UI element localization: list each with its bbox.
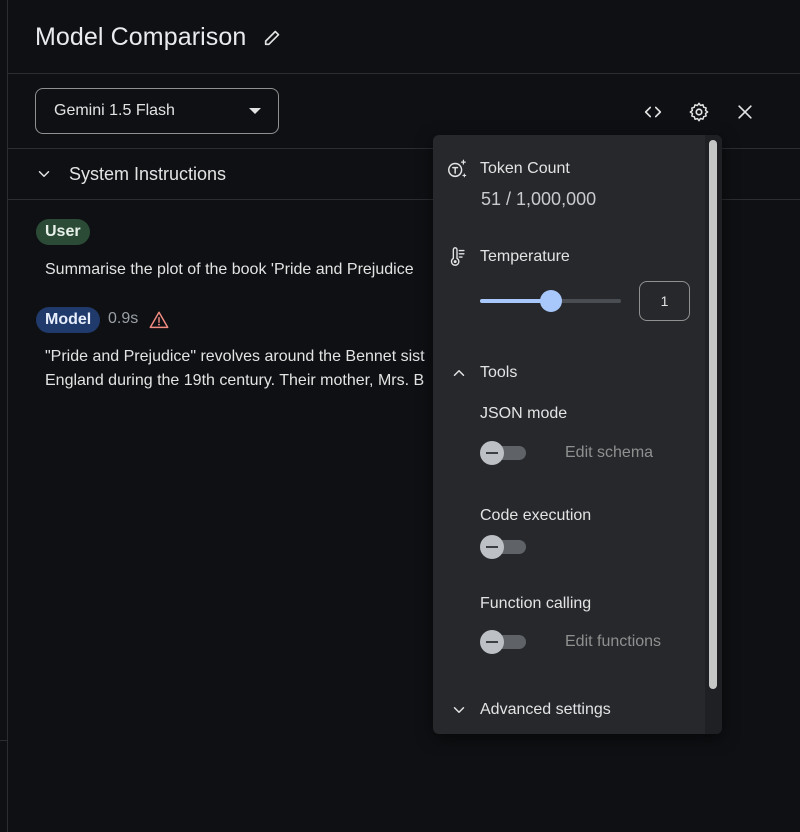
json-mode-toggle[interactable] bbox=[480, 441, 528, 465]
token-count-label: Token Count bbox=[480, 160, 570, 177]
chevron-down-icon[interactable] bbox=[448, 699, 470, 721]
edit-functions-link[interactable]: Edit functions bbox=[565, 633, 661, 651]
gear-icon[interactable] bbox=[683, 96, 715, 128]
temperature-slider-thumb[interactable] bbox=[539, 290, 562, 312]
title-row: Model Comparison bbox=[35, 18, 284, 56]
system-instructions-label: System Instructions bbox=[69, 163, 227, 184]
edit-schema-link[interactable]: Edit schema bbox=[565, 444, 653, 462]
temperature-label: Temperature bbox=[480, 248, 570, 265]
warning-icon[interactable] bbox=[148, 309, 170, 331]
user-message: Summarise the plot of the book 'Pride an… bbox=[45, 261, 414, 278]
model-message-line: England during the 19th century. Their m… bbox=[45, 372, 425, 389]
pencil-icon[interactable] bbox=[262, 26, 284, 48]
chevron-up-icon[interactable] bbox=[448, 362, 470, 384]
chevron-down-icon bbox=[35, 165, 53, 183]
user-role-chip: User bbox=[36, 219, 90, 245]
tools-label[interactable]: Tools bbox=[480, 364, 517, 382]
token-count-value: 51 / 1,000,000 bbox=[481, 189, 597, 209]
thermometer-icon bbox=[446, 246, 468, 268]
close-icon[interactable] bbox=[729, 96, 761, 128]
function-calling-toggle[interactable] bbox=[480, 630, 528, 654]
advanced-settings-label[interactable]: Advanced settings bbox=[480, 701, 611, 719]
code-icon[interactable] bbox=[637, 96, 669, 128]
temperature-input[interactable]: 1 bbox=[639, 281, 690, 321]
settings-panel: Token Count 51 / 1,000,000 Temperature 1… bbox=[433, 135, 722, 734]
header-divider bbox=[7, 73, 800, 74]
code-execution-label: Code execution bbox=[480, 507, 592, 524]
token-count-icon bbox=[446, 158, 468, 180]
code-execution-toggle[interactable] bbox=[480, 535, 528, 559]
left-divider bbox=[7, 0, 8, 832]
model-message-line: "Pride and Prejudice" revolves around th… bbox=[45, 348, 425, 365]
function-calling-label: Function calling bbox=[480, 595, 592, 612]
response-time: 0.9s bbox=[108, 310, 139, 327]
scrollbar-thumb[interactable] bbox=[709, 140, 717, 689]
system-instructions-toggle[interactable]: System Instructions bbox=[35, 160, 226, 188]
page-title: Model Comparison bbox=[35, 22, 247, 51]
json-mode-label: JSON mode bbox=[480, 405, 568, 422]
model-select[interactable]: Gemini 1.5 Flash bbox=[35, 88, 279, 134]
left-divider-tick bbox=[0, 740, 7, 741]
model-select-value: Gemini 1.5 Flash bbox=[54, 102, 175, 119]
model-role-chip: Model bbox=[36, 307, 101, 333]
dropdown-arrow-icon bbox=[249, 108, 261, 114]
